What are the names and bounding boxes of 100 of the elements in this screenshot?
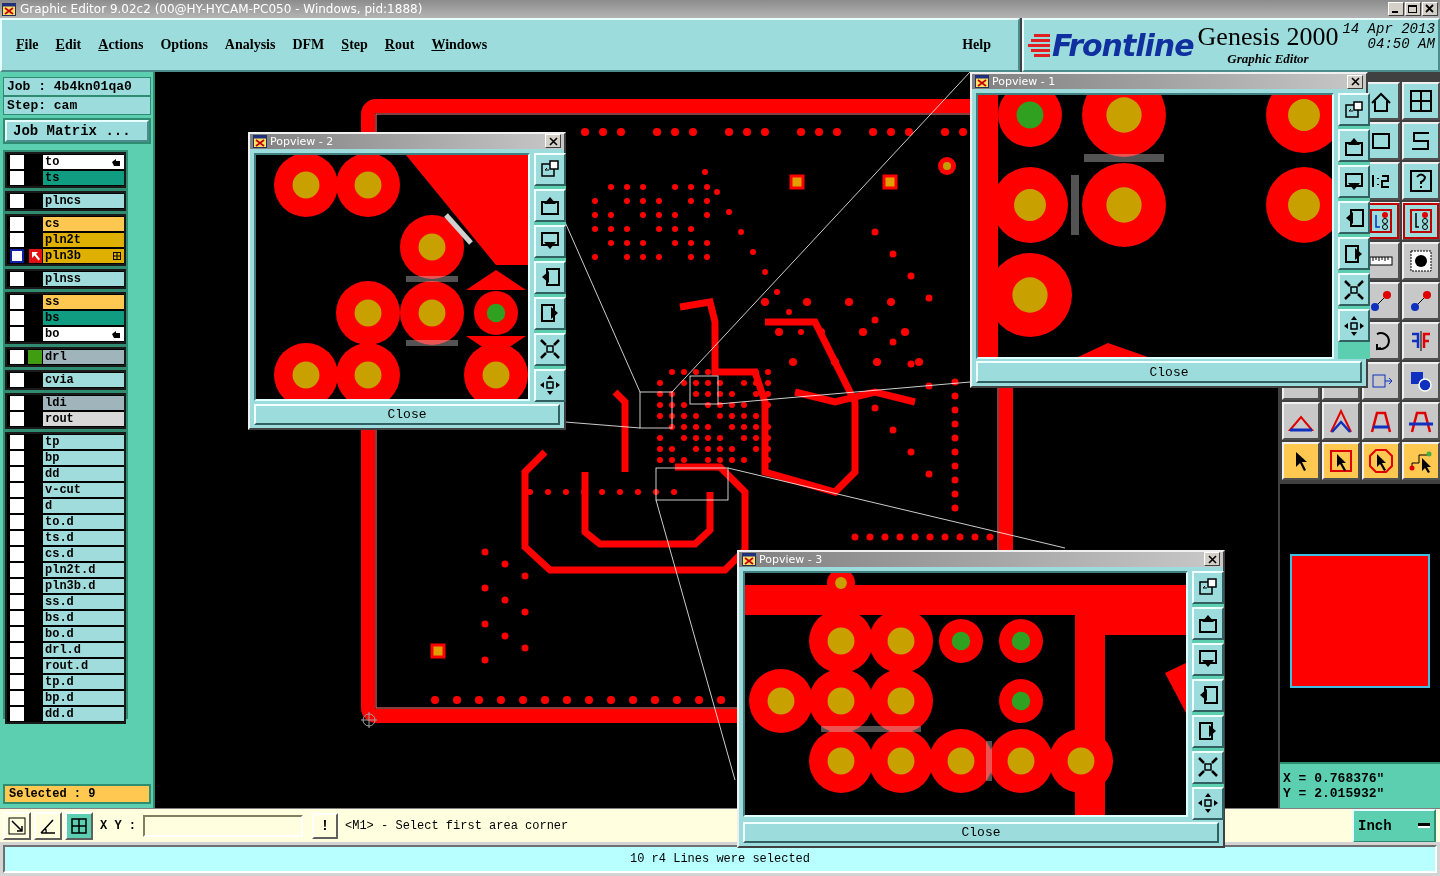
menu-item[interactable]: Step: [341, 37, 368, 53]
minimize-icon[interactable]: [1388, 2, 1404, 16]
layer-checkbox[interactable]: [10, 451, 24, 465]
layer-checkbox[interactable]: [10, 194, 24, 208]
layer-name[interactable]: bo: [43, 327, 124, 341]
layer-checkbox[interactable]: [10, 373, 24, 387]
view-tool-button[interactable]: [1338, 93, 1370, 127]
layer-name[interactable]: ss: [43, 295, 124, 309]
view-tool-button[interactable]: [1338, 273, 1370, 307]
layer-name[interactable]: tp.d: [43, 675, 124, 689]
layer-name[interactable]: pln3b: [43, 249, 124, 263]
layer-name[interactable]: bp: [43, 451, 124, 465]
close-button[interactable]: [1347, 74, 1363, 89]
view-tool-button[interactable]: [1192, 678, 1224, 712]
snap-tool-button[interactable]: [65, 811, 93, 840]
layer-name[interactable]: to: [43, 155, 124, 169]
close-button[interactable]: Close: [254, 403, 560, 425]
view-tool-button[interactable]: [1192, 606, 1224, 640]
menu-item[interactable]: Windows: [431, 37, 488, 53]
layer-checkbox[interactable]: [10, 350, 24, 364]
menu-item[interactable]: Actions: [98, 37, 144, 53]
layer-name[interactable]: pln2t: [43, 233, 124, 247]
layer-checkbox[interactable]: [10, 691, 24, 705]
close-icon[interactable]: [1422, 2, 1438, 16]
layer-checkbox[interactable]: [10, 675, 24, 689]
layer-name[interactable]: ss.d: [43, 595, 124, 609]
layer-checkbox[interactable]: [10, 707, 24, 721]
layer-name[interactable]: plnss: [43, 272, 124, 286]
view-tool-button[interactable]: [1338, 129, 1370, 163]
alert-button[interactable]: !: [312, 812, 338, 839]
layer-checkbox[interactable]: [10, 435, 24, 449]
layer-checkbox[interactable]: [10, 499, 24, 513]
layer-name[interactable]: bs.d: [43, 611, 124, 625]
layer-name[interactable]: pln3b.d: [43, 579, 124, 593]
view-tool-button[interactable]: [534, 368, 566, 402]
menu-item[interactable]: DFM: [292, 37, 325, 53]
layer-checkbox[interactable]: [10, 233, 24, 247]
layer-checkbox[interactable]: [10, 295, 24, 309]
menu-item[interactable]: File: [16, 37, 39, 53]
layer-checkbox[interactable]: [10, 627, 24, 641]
layer-name[interactable]: bo.d: [43, 627, 124, 641]
zoom-tool-button[interactable]: [3, 811, 31, 840]
layer-checkbox[interactable]: [10, 272, 24, 286]
layer-checkbox[interactable]: [10, 249, 24, 263]
units-dropdown[interactable]: Inch: [1352, 808, 1436, 843]
layer-name[interactable]: cs.d: [43, 547, 124, 561]
view-tool-button[interactable]: [534, 188, 566, 222]
menu-item[interactable]: Rout: [384, 37, 415, 53]
menu-item[interactable]: Analysis: [224, 37, 276, 53]
layer-name[interactable]: cs: [43, 217, 124, 231]
layer-checkbox[interactable]: [10, 171, 24, 185]
view-tool-button[interactable]: [1338, 309, 1370, 343]
layer-name[interactable]: ts.d: [43, 531, 124, 545]
layer-checkbox[interactable]: [10, 155, 24, 169]
menu-item[interactable]: Edit: [55, 37, 82, 53]
layer-checkbox[interactable]: [10, 659, 24, 673]
view-tool-button[interactable]: [1192, 570, 1224, 604]
view-tool-button[interactable]: [534, 224, 566, 258]
layer-name[interactable]: tp: [43, 435, 124, 449]
layer-checkbox[interactable]: [10, 611, 24, 625]
layer-name[interactable]: bp.d: [43, 691, 124, 705]
layer-checkbox[interactable]: [10, 396, 24, 410]
layer-name[interactable]: rout: [43, 412, 124, 426]
layer-checkbox[interactable]: [10, 547, 24, 561]
layer-checkbox[interactable]: [10, 327, 24, 341]
layer-checkbox[interactable]: [10, 483, 24, 497]
layer-name[interactable]: dd.d: [43, 707, 124, 721]
view-tool-button[interactable]: [1192, 750, 1224, 784]
layer-checkbox[interactable]: [10, 515, 24, 529]
view-tool-button[interactable]: [534, 260, 566, 294]
view-tool-button[interactable]: [1192, 786, 1224, 820]
xy-input-field[interactable]: [143, 814, 303, 837]
layer-name[interactable]: drl.d: [43, 643, 124, 657]
layer-checkbox[interactable]: [10, 412, 24, 426]
layer-checkbox[interactable]: [10, 467, 24, 481]
view-tool-button[interactable]: [1338, 237, 1370, 271]
layer-name[interactable]: pln2t.d: [43, 563, 124, 577]
angle-tool-button[interactable]: [34, 811, 62, 840]
layer-name[interactable]: to.d: [43, 515, 124, 529]
view-tool-button[interactable]: [534, 152, 566, 186]
layer-name[interactable]: v-cut: [43, 483, 124, 497]
menu-item[interactable]: Help: [962, 37, 991, 53]
view-tool-button[interactable]: [534, 296, 566, 330]
layer-name[interactable]: ldi: [43, 396, 124, 410]
view-tool-button[interactable]: [534, 332, 566, 366]
layer-name[interactable]: d: [43, 499, 124, 513]
job-matrix-button[interactable]: Job Matrix ...: [5, 120, 149, 142]
layer-checkbox[interactable]: [10, 311, 24, 325]
layer-checkbox[interactable]: [10, 217, 24, 231]
layer-name[interactable]: rout.d: [43, 659, 124, 673]
layer-name[interactable]: drl: [43, 350, 124, 364]
view-tool-button[interactable]: [1338, 165, 1370, 199]
layer-name[interactable]: dd: [43, 467, 124, 481]
close-button[interactable]: Close: [976, 361, 1362, 383]
layer-name[interactable]: plncs: [43, 194, 124, 208]
layer-checkbox[interactable]: [10, 579, 24, 593]
menu-item[interactable]: Options: [160, 37, 208, 53]
close-button[interactable]: [1204, 552, 1220, 567]
layer-checkbox[interactable]: [10, 531, 24, 545]
layer-checkbox[interactable]: [10, 643, 24, 657]
